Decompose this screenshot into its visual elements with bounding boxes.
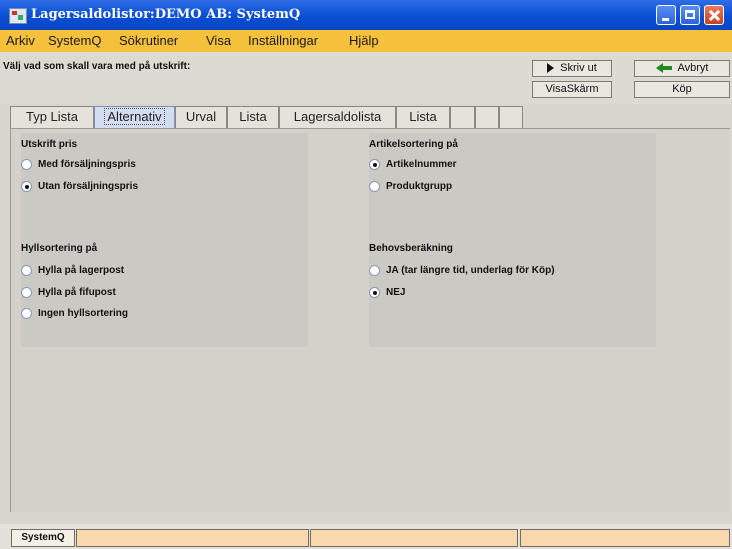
screen-button[interactable]: VisaSkärm: [532, 81, 612, 98]
options-panel: Utskrift pris Med försäljningspris Utan …: [10, 128, 730, 512]
cancel-button[interactable]: Avbryt: [634, 60, 730, 77]
print-button-label: Skriv ut: [560, 62, 597, 74]
utskrift-pris-label: Utskrift pris: [21, 139, 78, 150]
option-label: Hylla på fifupost: [38, 287, 116, 298]
hyllsortering-label: Hyllsortering på: [21, 243, 98, 254]
option-label: JA (tar längre tid, underlag för Köp): [386, 265, 555, 276]
tab-label: Lista: [239, 109, 267, 124]
menu-systemq[interactable]: SystemQ: [48, 33, 101, 48]
tab-lista-2[interactable]: Lista: [396, 106, 450, 128]
menu-visa[interactable]: Visa: [206, 33, 231, 48]
radio-indicator: [21, 265, 32, 276]
menu-installningar[interactable]: Inställningar: [248, 33, 318, 48]
tab-empty-1[interactable]: [450, 106, 475, 128]
tab-typ-lista[interactable]: Typ Lista: [10, 106, 94, 128]
radio-indicator: [369, 181, 380, 192]
tab-urval[interactable]: Urval: [175, 106, 227, 128]
option-label: Utan försäljningspris: [38, 181, 139, 192]
option-label: Ingen hyllsortering: [38, 308, 129, 319]
buy-button[interactable]: Köp: [634, 81, 730, 98]
title-bar: Lagersaldolistor:DEMO AB: SystemQ: [0, 0, 732, 30]
buy-button-label: Köp: [672, 83, 692, 95]
option-label: Hylla på lagerpost: [38, 265, 125, 276]
artikelsortering-label: Artikelsortering på: [369, 139, 458, 150]
tab-label: Lista: [409, 109, 437, 124]
tab-lista[interactable]: Lista: [227, 106, 279, 128]
tab-alternativ[interactable]: Alternativ: [94, 106, 175, 128]
option-label: Produktgrupp: [386, 181, 453, 192]
print-button[interactable]: Skriv ut: [532, 60, 612, 77]
menu-sokrutiner[interactable]: Sökrutiner: [119, 33, 178, 48]
tab-lagersaldolista[interactable]: Lagersaldolista: [279, 106, 396, 128]
radio-indicator: [369, 287, 380, 298]
radio-indicator: [21, 308, 32, 319]
radio-indicator: [369, 265, 380, 276]
tab-empty-2[interactable]: [475, 106, 499, 128]
cancel-button-label: Avbryt: [677, 62, 709, 74]
play-icon: [547, 63, 555, 74]
status-segment-1: [76, 529, 309, 547]
radio-indicator: [21, 287, 32, 298]
radio-indicator: [369, 159, 380, 170]
behovsberakning-label: Behovsberäkning: [369, 243, 453, 254]
tab-label: Urval: [185, 109, 217, 124]
tab-strip: Typ Lista Alternativ Urval Lista Lagersa…: [0, 104, 732, 128]
maximize-button[interactable]: [680, 5, 700, 25]
close-button[interactable]: [704, 5, 724, 25]
selection-prompt: Välj vad som skall vara med på utskrift:: [3, 61, 191, 72]
option-label: NEJ: [386, 287, 406, 298]
toolbar: Välj vad som skall vara med på utskrift:…: [0, 52, 732, 104]
back-arrow-icon: [655, 63, 672, 74]
window-title: Lagersaldolistor:DEMO AB: SystemQ: [31, 7, 301, 22]
status-app-name: SystemQ: [11, 529, 75, 547]
menu-arkiv[interactable]: Arkiv: [6, 33, 35, 48]
tab-empty-3[interactable]: [499, 106, 523, 128]
status-bar: SystemQ: [0, 524, 732, 549]
menu-bar: Arkiv SystemQ Sökrutiner Visa Inställnin…: [0, 30, 732, 52]
status-segment-3: [520, 529, 730, 547]
tab-label: Lagersaldolista: [293, 109, 382, 124]
tab-label: Typ Lista: [25, 109, 79, 124]
option-label: Artikelnummer: [386, 159, 457, 170]
radio-indicator: [21, 159, 32, 170]
menu-hjalp[interactable]: Hjälp: [349, 33, 379, 48]
status-segment-2: [310, 529, 518, 547]
minimize-button[interactable]: [656, 5, 676, 25]
option-label: Med försäljningspris: [38, 159, 136, 170]
tab-label: Alternativ: [104, 108, 165, 125]
screen-button-label: VisaSkärm: [545, 83, 599, 95]
radio-indicator: [21, 181, 32, 192]
app-icon: [9, 8, 27, 24]
